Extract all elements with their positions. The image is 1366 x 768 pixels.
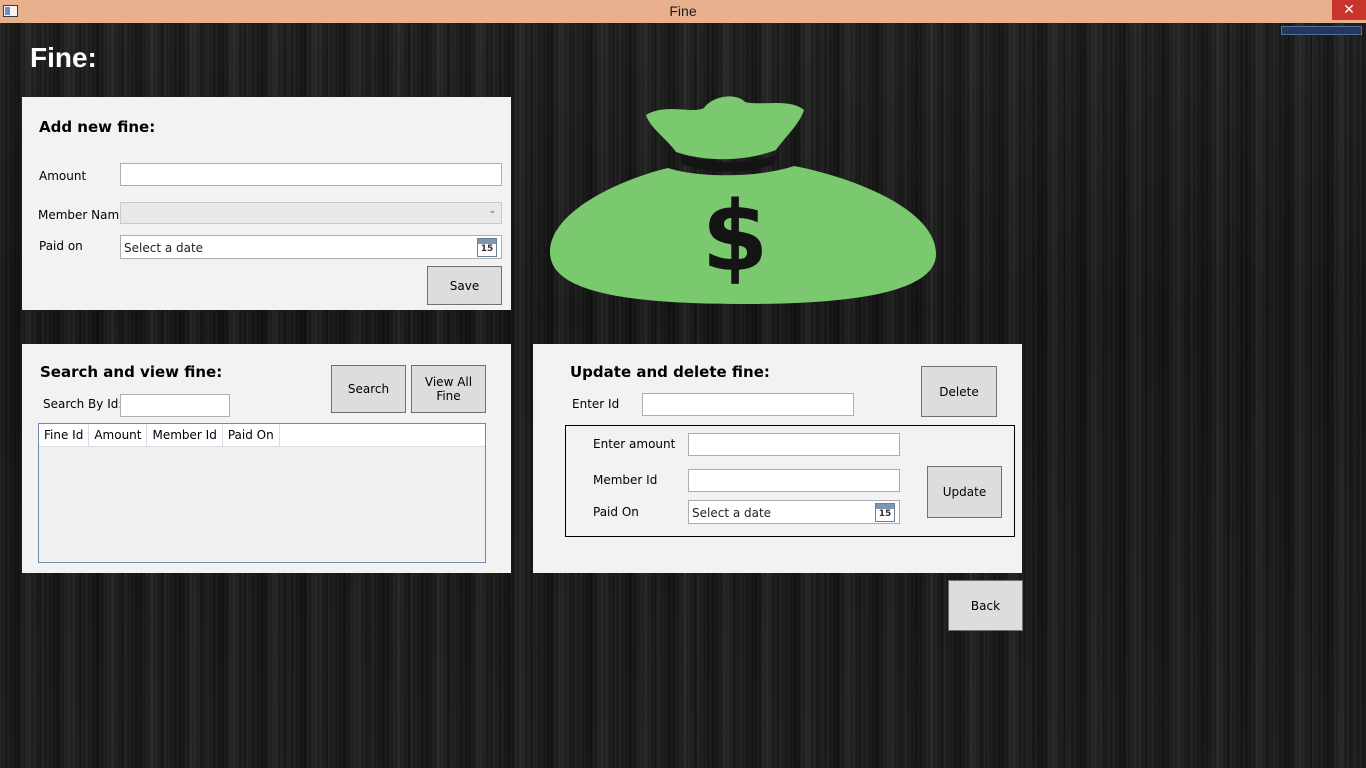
overlay-thumbnail: [1281, 26, 1362, 35]
search-button[interactable]: Search: [331, 365, 406, 413]
svg-text:$: $: [702, 181, 769, 293]
member-id-input[interactable]: [688, 469, 900, 492]
update-fields-group: Enter amount Member Id Paid On Select a …: [565, 425, 1015, 537]
search-by-id-label: Search By Id:: [43, 397, 123, 411]
calendar-icon[interactable]: 15: [875, 503, 895, 522]
member-id-label: Member Id: [593, 473, 658, 487]
column-header-amount[interactable]: Amount: [89, 424, 148, 447]
save-button[interactable]: Save: [427, 266, 502, 305]
calendar-day: 15: [480, 244, 494, 254]
member-name-label: Member Name: [38, 208, 127, 222]
paid-on-datepicker[interactable]: Select a date 15: [120, 235, 502, 259]
update-paid-on-label: Paid On: [593, 505, 639, 519]
add-fine-panel: Add new fine: Amount Member Name ⌄ Paid …: [22, 97, 511, 310]
column-header-paid-on[interactable]: Paid On: [223, 424, 280, 447]
grid-header-row: Fine Id Amount Member Id Paid On: [39, 424, 485, 447]
enter-amount-input[interactable]: [688, 433, 900, 456]
title-bar: Fine ✕: [0, 0, 1366, 23]
enter-id-label: Enter Id: [572, 397, 620, 411]
search-id-input[interactable]: [120, 394, 230, 417]
amount-input[interactable]: [120, 163, 502, 186]
page-title: Fine:: [30, 42, 97, 73]
enter-id-input[interactable]: [642, 393, 854, 416]
close-button[interactable]: ✕: [1332, 0, 1366, 20]
update-paid-on-placeholder: Select a date: [692, 506, 772, 520]
fine-data-grid[interactable]: Fine Id Amount Member Id Paid On: [38, 423, 486, 563]
amount-label: Amount: [39, 169, 87, 183]
delete-button[interactable]: Delete: [921, 366, 997, 417]
member-name-combobox[interactable]: ⌄: [120, 202, 502, 224]
calendar-day: 15: [878, 509, 892, 519]
enter-amount-label: Enter amount: [593, 437, 676, 451]
paid-on-placeholder: Select a date: [124, 241, 204, 255]
update-fine-heading: Update and delete fine:: [570, 363, 770, 381]
add-fine-heading: Add new fine:: [39, 118, 156, 136]
money-bag-icon: $: [550, 96, 936, 304]
chevron-down-icon[interactable]: ⌄: [488, 206, 496, 216]
back-button[interactable]: Back: [948, 580, 1023, 631]
window-title: Fine: [669, 3, 697, 19]
update-button[interactable]: Update: [927, 466, 1002, 518]
search-fine-heading: Search and view fine:: [40, 363, 223, 381]
column-header-fine-id[interactable]: Fine Id: [39, 424, 90, 447]
column-header-member-id[interactable]: Member Id: [147, 424, 223, 447]
update-fine-panel: Update and delete fine: Enter Id Delete …: [533, 344, 1022, 573]
view-all-fine-button[interactable]: View All Fine: [411, 365, 486, 413]
update-paid-on-datepicker[interactable]: Select a date 15: [688, 500, 900, 524]
paid-on-label: Paid on: [39, 239, 83, 253]
search-fine-panel: Search and view fine: Search By Id: Sear…: [22, 344, 511, 573]
calendar-icon[interactable]: 15: [477, 238, 497, 257]
